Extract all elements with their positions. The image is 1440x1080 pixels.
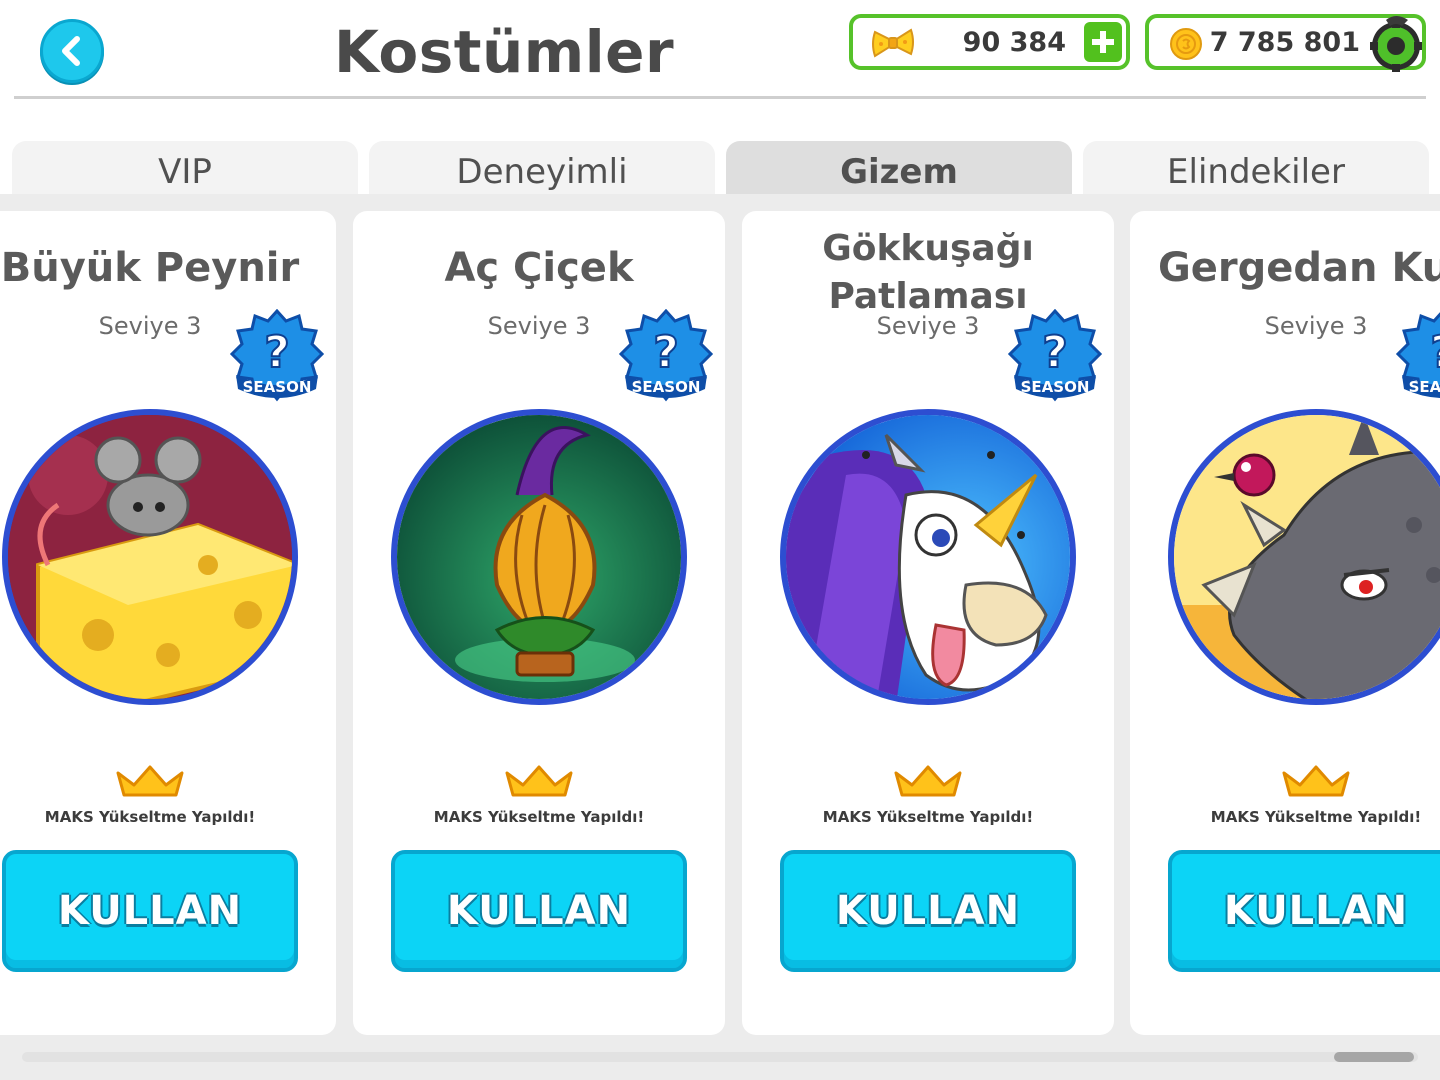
add-bows-button[interactable] (1084, 22, 1122, 62)
svg-text:?: ? (653, 327, 679, 378)
use-button[interactable]: KULLAN (1168, 850, 1440, 972)
bow-tie-icon (872, 28, 914, 58)
costume-art-unicorn (780, 409, 1076, 705)
use-button[interactable]: KULLAN (2, 850, 298, 972)
costume-title: Aç Çiçek (444, 245, 634, 291)
chevron-left-icon (62, 36, 80, 66)
bows-amount: 90 384 (962, 27, 1066, 58)
svg-text:?: ? (1042, 327, 1068, 378)
costume-list[interactable]: Büyük Peynir Seviye 3 ? SEASON MAKS Yüks… (0, 194, 1440, 1080)
season-mystery-badge-icon: ? SEASON (230, 309, 324, 402)
bows-currency: 90 384 (849, 14, 1130, 70)
gear-icon[interactable] (1368, 14, 1424, 76)
costume-art-cheese (2, 409, 298, 705)
costume-title: Gökkuşağı Patlaması (822, 228, 1034, 317)
use-button[interactable]: KULLAN (391, 850, 687, 972)
unicorn-icon (786, 415, 1070, 699)
back-button[interactable] (40, 19, 104, 83)
svg-text:?: ? (1430, 327, 1440, 378)
svg-text:SEASON: SEASON (1409, 378, 1440, 396)
flower-icon (397, 415, 681, 699)
season-mystery-badge-icon: ? SEASON (619, 309, 713, 402)
crown-icon (1282, 765, 1350, 797)
crown-icon (894, 765, 962, 797)
costume-level: Seviye 3 (1264, 312, 1368, 340)
cheese-mouse-icon (8, 415, 292, 699)
max-upgrade-status: MAKS Yükseltme Yapıldı! (822, 808, 1034, 826)
use-button[interactable]: KULLAN (780, 850, 1076, 972)
coin-icon (1170, 28, 1202, 60)
tab-deneyimli[interactable]: Deneyimli (369, 141, 715, 197)
max-upgrade-status: MAKS Yükseltme Yapıldı! (433, 808, 645, 826)
coins-amount: 7 785 801 (1209, 27, 1360, 58)
tab-bar: VIP Deneyimli Gizem Elindekiler (10, 141, 1430, 197)
tab-vip[interactable]: VIP (12, 141, 358, 197)
svg-text:SEASON: SEASON (243, 378, 312, 396)
max-upgrade-status: MAKS Yükseltme Yapıldı! (44, 808, 256, 826)
rhino-bird-icon (1174, 415, 1440, 699)
svg-text:SEASON: SEASON (1021, 378, 1090, 396)
scrollbar-thumb[interactable] (1334, 1052, 1414, 1062)
costume-card: Gökkuşağı Patlaması Seviye 3 ? SEASON MA… (742, 211, 1114, 1035)
costume-card: Büyük Peynir Seviye 3 ? SEASON MAKS Yüks… (0, 211, 336, 1035)
plus-icon (1092, 31, 1114, 53)
page-title: Kostümler (334, 18, 675, 86)
max-upgrade-status: MAKS Yükseltme Yapıldı! (1210, 808, 1422, 826)
header-divider (14, 96, 1426, 99)
svg-text:SEASON: SEASON (632, 378, 701, 396)
costume-title: Gergedan Kuş (1157, 245, 1440, 291)
costume-card: Aç Çiçek Seviye 3 ? SEASON MAKS Yükseltm… (353, 211, 725, 1035)
horizontal-scrollbar[interactable] (22, 1052, 1418, 1062)
tab-gizem[interactable]: Gizem (726, 141, 1072, 197)
costume-art-rhino (1168, 409, 1440, 705)
season-mystery-badge-icon: ? SEASON (1008, 309, 1102, 402)
season-mystery-badge-icon: ? SEASON (1396, 312, 1440, 398)
costume-art-flower (391, 409, 687, 705)
crown-icon (116, 765, 184, 797)
crown-icon (505, 765, 573, 797)
costume-card: Gergedan Kuş Seviye 3 ? SEASON (1130, 211, 1440, 1035)
svg-text:?: ? (264, 327, 290, 378)
coins-currency: 7 785 801 (1145, 14, 1426, 72)
tab-elindekiler[interactable]: Elindekiler (1083, 141, 1429, 197)
costume-title: Büyük Peynir (0, 245, 300, 291)
